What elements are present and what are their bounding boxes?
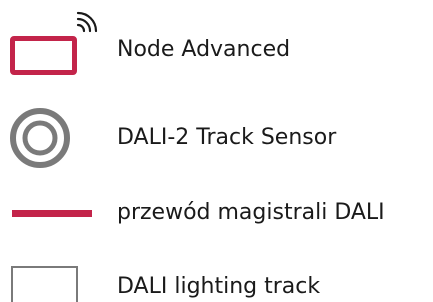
legend-label-track-sensor: DALI-2 Track Sensor	[117, 125, 337, 150]
legend-label-node-advanced: Node Advanced	[117, 37, 291, 62]
legend-label-lighting-track: DALI lighting track	[117, 274, 321, 299]
sensor-rings-icon	[10, 108, 70, 168]
signal-icon	[76, 11, 98, 33]
bus-line-icon	[12, 210, 92, 217]
node-rect-icon	[10, 36, 77, 75]
legend-label-dali-bus: przewód magistrali DALI	[117, 200, 385, 225]
track-rect-icon	[11, 266, 78, 302]
